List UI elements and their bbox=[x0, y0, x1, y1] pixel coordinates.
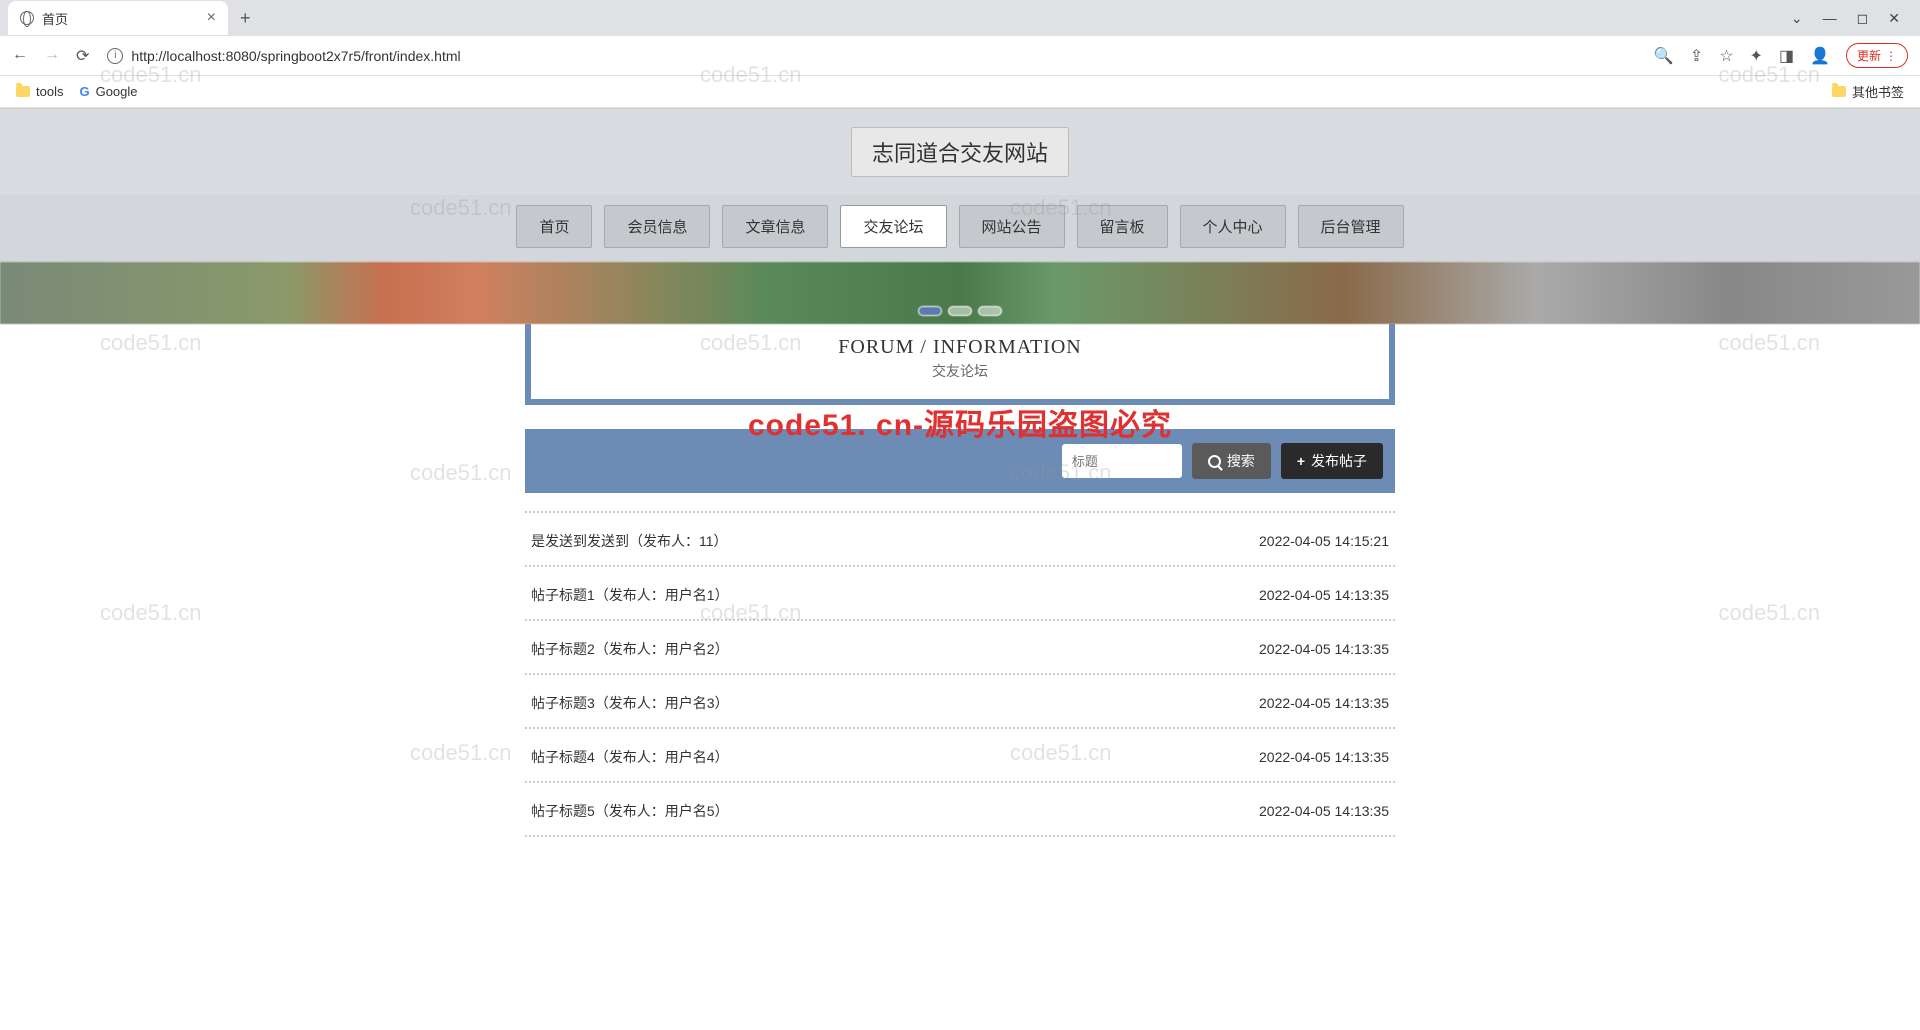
bookmark-google[interactable]: G Google bbox=[79, 84, 137, 99]
carousel-dots bbox=[918, 306, 1002, 316]
nav-item[interactable]: 交友论坛 bbox=[840, 205, 946, 248]
site-info-icon[interactable]: i bbox=[107, 48, 123, 64]
nav-item[interactable]: 后台管理 bbox=[1298, 205, 1404, 248]
forward-icon[interactable]: → bbox=[44, 46, 60, 66]
nav-item[interactable]: 文章信息 bbox=[722, 205, 828, 248]
content: FORUM / INFORMATION 交友论坛 搜索 + 发布帖子 是发送到发… bbox=[525, 324, 1395, 837]
post-date: 2022-04-05 14:13:35 bbox=[1259, 587, 1389, 603]
carousel-dot[interactable] bbox=[918, 306, 942, 316]
post-list: 是发送到发送到（发布人：11） 2022-04-05 14:15:21 帖子标题1（… bbox=[525, 511, 1395, 837]
browser-tab[interactable]: 首页 × bbox=[8, 1, 228, 35]
reload-icon[interactable]: ⟳ bbox=[76, 46, 89, 66]
bookmarks-bar: tools G Google 其他书签 bbox=[0, 76, 1920, 108]
extensions-icon[interactable]: ✦ bbox=[1750, 46, 1763, 66]
folder-icon bbox=[1832, 86, 1846, 97]
new-tab-button[interactable]: + bbox=[240, 8, 251, 29]
post-item[interactable]: 帖子标题3（发布人：用户名3） 2022-04-05 14:13:35 bbox=[525, 675, 1395, 729]
post-title: 帖子标题2（发布人：用户名2） bbox=[531, 639, 729, 659]
browser-chrome: 首页 × + ⌄ — ◻ ✕ ← → ⟳ i http://localhost:… bbox=[0, 0, 1920, 109]
star-icon[interactable]: ☆ bbox=[1719, 46, 1733, 66]
menu-dots-icon: ⋮ bbox=[1885, 49, 1897, 63]
search-input[interactable] bbox=[1062, 444, 1182, 478]
carousel-dot[interactable] bbox=[948, 306, 972, 316]
chevron-down-icon[interactable]: ⌄ bbox=[1791, 10, 1803, 27]
bookmark-other[interactable]: 其他书签 bbox=[1832, 82, 1904, 101]
post-date: 2022-04-05 14:15:21 bbox=[1259, 533, 1389, 549]
nav-item[interactable]: 首页 bbox=[516, 205, 592, 248]
watermark: code51.cn bbox=[410, 460, 512, 486]
update-button[interactable]: 更新 ⋮ bbox=[1846, 43, 1908, 68]
browser-toolbar: ← → ⟳ i http://localhost:8080/springboot… bbox=[0, 36, 1920, 76]
search-button[interactable]: 搜索 bbox=[1192, 443, 1271, 479]
post-item[interactable]: 帖子标题1（发布人：用户名1） 2022-04-05 14:13:35 bbox=[525, 567, 1395, 621]
post-item[interactable]: 帖子标题5（发布人：用户名5） 2022-04-05 14:13:35 bbox=[525, 783, 1395, 837]
nav-icons: ← → ⟳ bbox=[12, 46, 89, 66]
zoom-icon[interactable]: 🔍 bbox=[1654, 46, 1674, 66]
toolbar-right: 🔍 ⇪ ☆ ✦ ◨ 👤 更新 ⋮ bbox=[1654, 43, 1908, 68]
new-post-button[interactable]: + 发布帖子 bbox=[1281, 443, 1383, 479]
google-icon: G bbox=[79, 84, 89, 99]
watermark: code51.cn bbox=[100, 330, 202, 356]
carousel-dot[interactable] bbox=[978, 306, 1002, 316]
minimize-icon[interactable]: — bbox=[1823, 10, 1837, 27]
tab-bar: 首页 × + ⌄ — ◻ ✕ bbox=[0, 0, 1920, 36]
close-window-icon[interactable]: ✕ bbox=[1888, 10, 1900, 27]
main-nav: 首页会员信息文章信息交友论坛网站公告留言板个人中心后台管理 bbox=[0, 195, 1920, 262]
watermark: code51.cn bbox=[100, 600, 202, 626]
post-title: 帖子标题4（发布人：用户名4） bbox=[531, 747, 729, 767]
search-icon bbox=[1208, 455, 1221, 468]
post-title: 帖子标题1（发布人：用户名1） bbox=[531, 585, 729, 605]
forum-heading-cn: 交友论坛 bbox=[531, 361, 1389, 381]
back-icon[interactable]: ← bbox=[12, 46, 28, 66]
post-item[interactable]: 帖子标题4（发布人：用户名4） 2022-04-05 14:13:35 bbox=[525, 729, 1395, 783]
post-title: 帖子标题5（发布人：用户名5） bbox=[531, 801, 729, 821]
nav-item[interactable]: 会员信息 bbox=[604, 205, 710, 248]
watermark: code51.cn bbox=[410, 740, 512, 766]
nav-item[interactable]: 个人中心 bbox=[1180, 205, 1286, 248]
post-date: 2022-04-05 14:13:35 bbox=[1259, 749, 1389, 765]
post-item[interactable]: 帖子标题2（发布人：用户名2） 2022-04-05 14:13:35 bbox=[525, 621, 1395, 675]
site-title: 志同道合交友网站 bbox=[851, 127, 1069, 177]
forum-header: FORUM / INFORMATION 交友论坛 bbox=[525, 324, 1395, 405]
share-icon[interactable]: ⇪ bbox=[1690, 46, 1703, 66]
plus-icon: + bbox=[1297, 453, 1305, 469]
post-item[interactable]: 是发送到发送到（发布人：11） 2022-04-05 14:15:21 bbox=[525, 511, 1395, 567]
bookmark-tools[interactable]: tools bbox=[16, 84, 63, 99]
post-date: 2022-04-05 14:13:35 bbox=[1259, 641, 1389, 657]
maximize-icon[interactable]: ◻ bbox=[1857, 10, 1869, 27]
close-tab-icon[interactable]: × bbox=[207, 9, 216, 27]
search-bar: 搜索 + 发布帖子 bbox=[525, 429, 1395, 493]
globe-icon bbox=[20, 11, 34, 25]
folder-icon bbox=[16, 86, 30, 97]
watermark: code51.cn bbox=[1718, 330, 1820, 356]
window-controls: ⌄ — ◻ ✕ bbox=[1791, 10, 1912, 27]
banner-carousel[interactable] bbox=[0, 262, 1920, 324]
watermark: code51.cn bbox=[1718, 600, 1820, 626]
forum-heading-en: FORUM / INFORMATION bbox=[531, 336, 1389, 359]
tab-title: 首页 bbox=[42, 9, 68, 28]
panel-icon[interactable]: ◨ bbox=[1779, 46, 1794, 66]
post-title: 是发送到发送到（发布人：11） bbox=[531, 531, 728, 551]
nav-item[interactable]: 留言板 bbox=[1077, 205, 1168, 248]
url-bar[interactable]: i http://localhost:8080/springboot2x7r5/… bbox=[99, 48, 1643, 64]
post-date: 2022-04-05 14:13:35 bbox=[1259, 695, 1389, 711]
profile-icon[interactable]: 👤 bbox=[1810, 46, 1830, 66]
site-header: 志同道合交友网站 bbox=[0, 109, 1920, 195]
post-title: 帖子标题3（发布人：用户名3） bbox=[531, 693, 729, 713]
nav-item[interactable]: 网站公告 bbox=[959, 205, 1065, 248]
post-date: 2022-04-05 14:13:35 bbox=[1259, 803, 1389, 819]
url-text: http://localhost:8080/springboot2x7r5/fr… bbox=[131, 48, 460, 64]
